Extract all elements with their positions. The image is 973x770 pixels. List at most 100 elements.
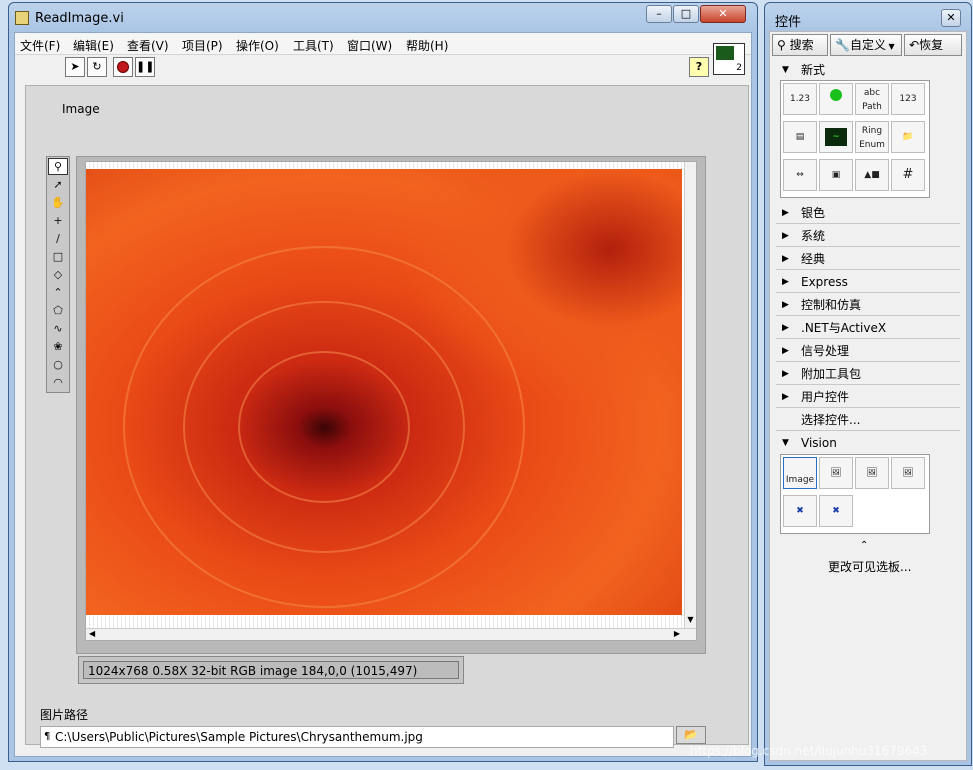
section-system[interactable]: ▶系统	[776, 225, 960, 247]
minimize-button[interactable]: –	[646, 5, 672, 23]
roi-refnum-cell[interactable]: ✖	[819, 495, 853, 527]
annulus-icon[interactable]: ◠	[48, 374, 68, 391]
section-control-simulation[interactable]: ▶ 控制和仿真	[776, 294, 960, 316]
customize-button[interactable]: 🔧自定义 ▼	[830, 34, 902, 56]
section-label: 银色	[801, 202, 825, 224]
select-control-item[interactable]: 选择控件...	[776, 409, 960, 431]
pause-button[interactable]: ❚❚	[135, 57, 155, 77]
collapsed-arrow-icon: ▶	[782, 294, 789, 316]
restore-label: 恢复	[919, 38, 943, 52]
help-button[interactable]: ?	[689, 57, 709, 77]
menu-view[interactable]: 查看(V)	[127, 37, 169, 54]
double-chevron-up-icon[interactable]: ⌃	[860, 540, 868, 551]
zoom-icon[interactable]: ⚲	[48, 158, 68, 175]
array-cluster-cell[interactable]: 123	[891, 83, 925, 115]
rotated-rectangle-icon[interactable]: ◇	[48, 266, 68, 283]
pan-hand-icon[interactable]: ✋	[48, 194, 68, 211]
palette-title: 控件	[775, 11, 801, 30]
section-label: 新式	[801, 59, 825, 81]
path-input[interactable]: ¶ C:\Users\Public\Pictures\Sample Pictur…	[40, 726, 674, 748]
variant-class-cell[interactable]: ▣	[819, 159, 853, 191]
containers-cell[interactable]: 📁	[891, 121, 925, 153]
section-vision[interactable]: ▼Vision	[776, 432, 960, 454]
palette-close-button[interactable]: ✕	[941, 9, 961, 27]
change-visible-palettes-link[interactable]: 更改可见选板...	[828, 558, 911, 575]
search-icon: ⚲	[777, 38, 786, 52]
title-bar[interactable]: ReadImage.vi – □ ✕	[9, 3, 757, 33]
wrench-icon: 🔧	[835, 38, 850, 52]
image-tools-palette: ⚲ ➚ ✋ + ∕ □ ◇ ⌃ ⬠ ∿ ❀ ○ ◠	[46, 156, 70, 393]
image-canvas[interactable]: ▼ ◀▶	[85, 161, 697, 641]
image-display-silver-cell[interactable]: 🖼	[891, 457, 925, 489]
expanded-arrow-icon: ▼	[782, 59, 789, 81]
section-signal-processing[interactable]: ▶ 信号处理	[776, 340, 960, 362]
green-led-icon	[830, 89, 842, 101]
numeric-control-cell[interactable]: 1.23	[783, 83, 817, 115]
image-display-classic-cell[interactable]: 🖼	[819, 457, 853, 489]
polyline-icon[interactable]: ⌃	[48, 284, 68, 301]
path-label: 图片路径	[40, 706, 88, 723]
image-display[interactable]: ▼ ◀▶	[76, 156, 706, 654]
rectangle-icon[interactable]: □	[48, 248, 68, 265]
maximize-button[interactable]: □	[673, 5, 699, 23]
collapsed-arrow-icon: ▶	[782, 386, 789, 408]
menu-window[interactable]: 窗口(W)	[347, 37, 392, 54]
list-table-cell[interactable]: ▤	[783, 121, 817, 153]
collapsed-arrow-icon: ▶	[782, 340, 789, 362]
image-display-3d-cell[interactable]: 🖼	[855, 457, 889, 489]
io-cell[interactable]: ⇔	[783, 159, 817, 191]
folder-browse-icon[interactable]: 📂	[676, 726, 706, 744]
line-icon[interactable]: ∕	[48, 230, 68, 247]
palette-body: ⚲ 搜索 🔧自定义 ▼ ↶恢复 ▼ 新式 1.23 abc Path 123 ▤ …	[769, 31, 967, 761]
abort-button[interactable]	[113, 57, 133, 77]
close-button[interactable]: ✕	[700, 5, 746, 23]
image-display-cell[interactable]: Image	[783, 457, 817, 489]
section-label: 附加工具包	[801, 363, 861, 385]
menu-bar: 文件(F) 编辑(E) 查看(V) 项目(P) 操作(O) 工具(T) 窗口(W…	[15, 33, 751, 55]
refnum-cell[interactable]: #	[891, 159, 925, 191]
section-label: 信号处理	[801, 340, 849, 362]
front-panel[interactable]: Image ⚲ ➚ ✋ + ∕ □ ◇ ⌃ ⬠ ∿ ❀ ○ ◠	[25, 85, 749, 745]
image-refnum-cell[interactable]: ✖	[783, 495, 817, 527]
section-express[interactable]: ▶Express	[776, 271, 960, 293]
polygon-icon[interactable]: ⬠	[48, 302, 68, 319]
horizontal-scrollbar[interactable]: ◀▶	[86, 628, 696, 640]
menu-operate[interactable]: 操作(O)	[236, 37, 279, 54]
collapsed-arrow-icon: ▶	[782, 363, 789, 385]
run-arrow-button[interactable]: ➤	[65, 57, 85, 77]
decorations-cell[interactable]: ▲■	[855, 159, 889, 191]
string-path-cell[interactable]: abc Path	[855, 83, 889, 115]
search-label: 搜索	[790, 38, 814, 52]
pointer-icon[interactable]: ➚	[48, 176, 68, 193]
freehand-region-icon[interactable]: ❀	[48, 338, 68, 355]
restore-button[interactable]: ↶恢复	[904, 34, 962, 56]
section-dotnet-activex[interactable]: ▶.NET与ActiveX	[776, 317, 960, 339]
section-silver[interactable]: ▶银色	[776, 202, 960, 224]
run-continuously-button[interactable]: ↻	[87, 57, 107, 77]
palette-title-bar[interactable]: 控件 ✕	[765, 3, 971, 33]
chrysanthemum-image	[86, 169, 682, 615]
menu-help[interactable]: 帮助(H)	[406, 37, 448, 54]
freehand-line-icon[interactable]: ∿	[48, 320, 68, 337]
graph-cell[interactable]: ~	[819, 121, 853, 153]
menu-project[interactable]: 项目(P)	[182, 37, 223, 54]
section-label: 经典	[801, 248, 825, 270]
connector-pane-icon[interactable]: 2	[713, 43, 745, 75]
section-classic[interactable]: ▶经典	[776, 248, 960, 270]
section-addons[interactable]: ▶ 附加工具包	[776, 363, 960, 385]
path-value: C:\Users\Public\Pictures\Sample Pictures…	[55, 730, 423, 744]
section-label: 控制和仿真	[801, 294, 861, 316]
menu-file[interactable]: 文件(F)	[20, 37, 60, 54]
oval-icon[interactable]: ○	[48, 356, 68, 373]
ring-enum-cell[interactable]: Ring Enum	[855, 121, 889, 153]
search-button[interactable]: ⚲ 搜索	[772, 34, 828, 56]
section-modern[interactable]: ▼ 新式	[776, 59, 960, 81]
vertical-scrollbar[interactable]: ▼	[684, 162, 696, 640]
point-icon[interactable]: +	[48, 212, 68, 229]
menu-tools[interactable]: 工具(T)	[293, 37, 334, 54]
front-panel-window: 文件(F) 编辑(E) 查看(V) 项目(P) 操作(O) 工具(T) 窗口(W…	[14, 32, 752, 757]
menu-edit[interactable]: 编辑(E)	[73, 37, 114, 54]
boolean-control-cell[interactable]	[819, 83, 853, 115]
modern-controls-grid: 1.23 abc Path 123 ▤ ~ Ring Enum 📁 ⇔ ▣ ▲■…	[780, 80, 930, 198]
section-user-controls[interactable]: ▶用户控件	[776, 386, 960, 408]
